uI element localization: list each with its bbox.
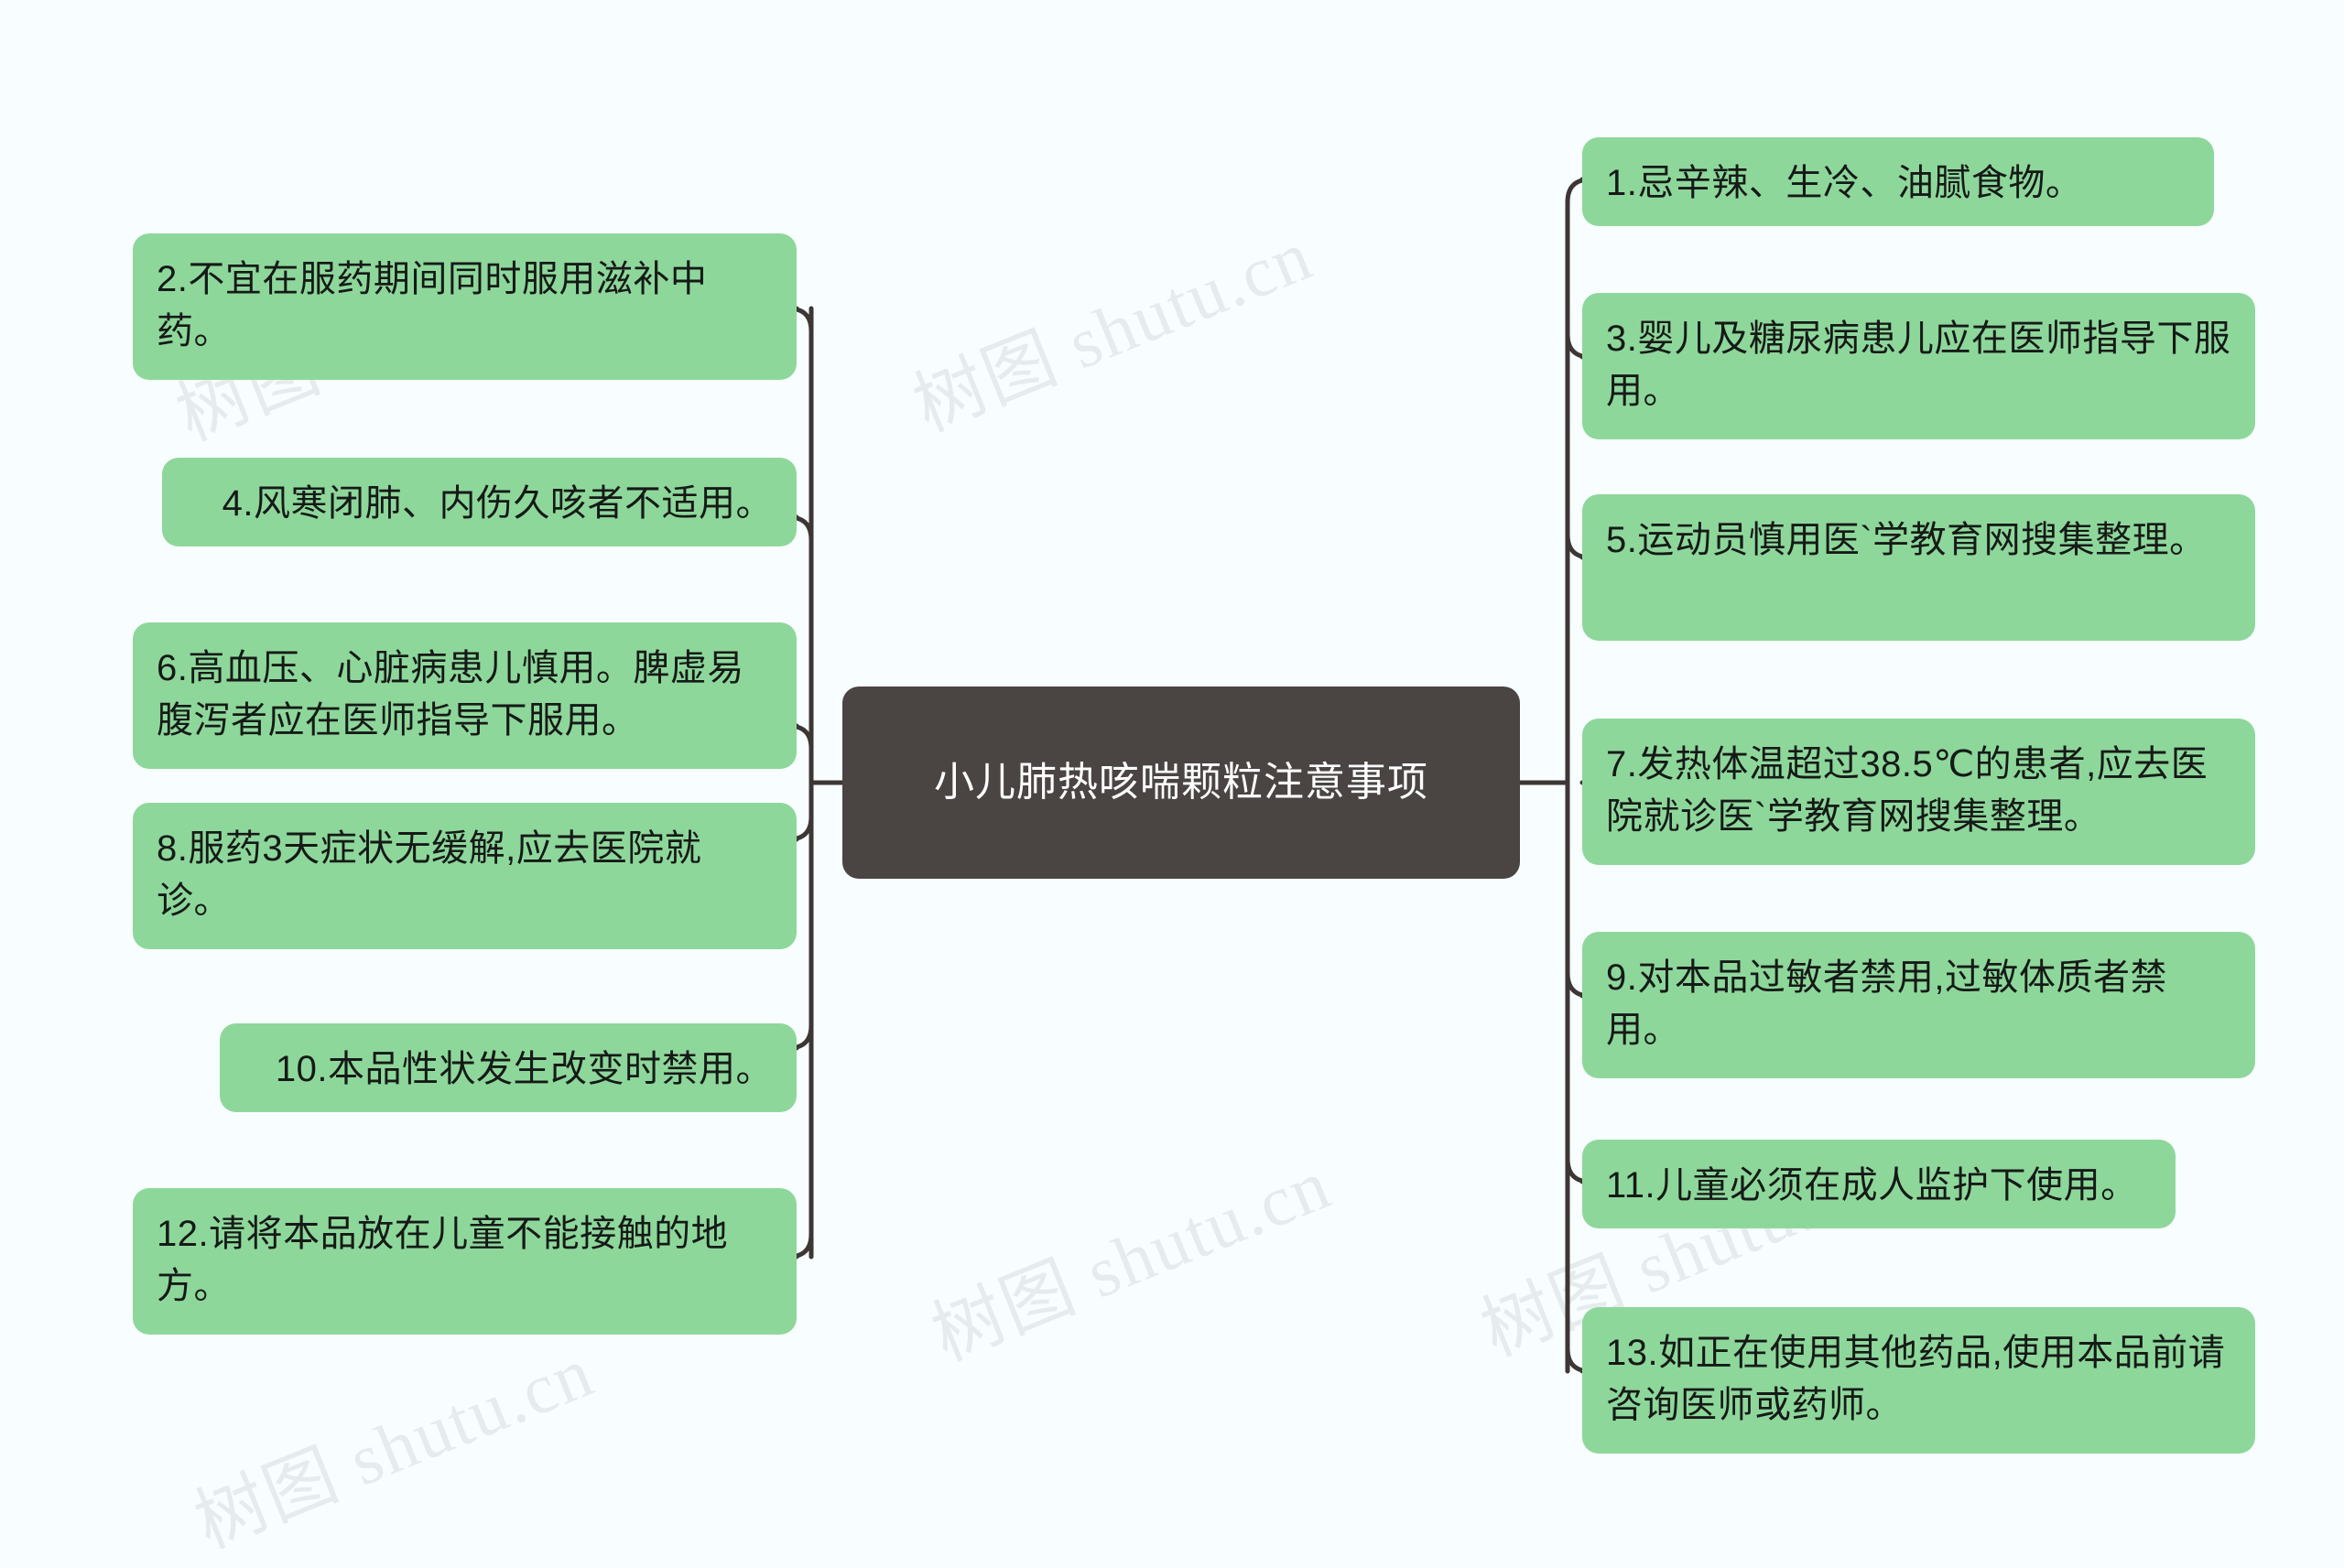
node-label: 11.儿童必须在成人监护下使用。 [1606, 1165, 2138, 1206]
node-label: 2.不宜在服药期间同时服用滋补中药。 [157, 259, 708, 351]
node-right-1[interactable]: 1.忌辛辣、生冷、油腻食物。 [1582, 137, 2214, 226]
node-right-9[interactable]: 9.对本品过敏者禁用,过敏体质者禁用。 [1582, 932, 2255, 1078]
node-label: 12.请将本品放在儿童不能接触的地方。 [157, 1214, 729, 1306]
node-label: 3.婴儿及糖尿病患儿应在医师指导下服用。 [1606, 319, 2231, 411]
watermark: 树图 shutu.cn [184, 1331, 604, 1563]
watermark: 树图 shutu.cn [903, 214, 1323, 447]
root-node[interactable]: 小儿肺热咳喘颗粒注意事项 [842, 687, 1520, 879]
node-left-10[interactable]: 10.本品性状发生改变时禁用。 [220, 1023, 797, 1112]
node-label: 1.忌辛辣、生冷、油腻食物。 [1606, 163, 2083, 203]
node-label: 9.对本品过敏者禁用,过敏体质者禁用。 [1606, 957, 2167, 1050]
root-node-label: 小儿肺热咳喘颗粒注意事项 [934, 759, 1428, 805]
node-label: 4.风寒闭肺、内伤久咳者不适用。 [222, 483, 773, 524]
mindmap-canvas: 树图 shutu.cn 树图 shutu.cn 树图 shutu.cn 树图 s… [0, 0, 2344, 1563]
node-label: 5.运动员慎用医`学教育网搜集整理。 [1606, 520, 2207, 560]
node-left-8[interactable]: 8.服药3天症状无缓解,应去医院就诊。 [133, 803, 797, 949]
node-left-12[interactable]: 12.请将本品放在儿童不能接触的地方。 [133, 1188, 797, 1335]
node-label: 7.发热体温超过38.5℃的患者,应去医院就诊医`学教育网搜集整理。 [1606, 744, 2208, 837]
watermark: 树图 shutu.cn [921, 1143, 1341, 1376]
node-right-11[interactable]: 11.儿童必须在成人监护下使用。 [1582, 1140, 2176, 1228]
node-left-4[interactable]: 4.风寒闭肺、内伤久咳者不适用。 [162, 458, 797, 546]
node-label: 8.服药3天症状无缓解,应去医院就诊。 [157, 828, 702, 921]
node-right-5[interactable]: 5.运动员慎用医`学教育网搜集整理。 [1582, 494, 2255, 641]
node-left-6[interactable]: 6.高血压、心脏病患儿慎用。脾虚易腹泻者应在医师指导下服用。 [133, 622, 797, 769]
node-right-3[interactable]: 3.婴儿及糖尿病患儿应在医师指导下服用。 [1582, 293, 2255, 439]
node-label: 13.如正在使用其他药品,使用本品前请咨询医师或药师。 [1606, 1333, 2226, 1425]
node-label: 6.高血压、心脏病患儿慎用。脾虚易腹泻者应在医师指导下服用。 [157, 648, 744, 741]
node-label: 10.本品性状发生改变时禁用。 [275, 1049, 773, 1089]
node-right-13[interactable]: 13.如正在使用其他药品,使用本品前请咨询医师或药师。 [1582, 1307, 2255, 1454]
node-left-2[interactable]: 2.不宜在服药期间同时服用滋补中药。 [133, 233, 797, 380]
node-right-7[interactable]: 7.发热体温超过38.5℃的患者,应去医院就诊医`学教育网搜集整理。 [1582, 719, 2255, 865]
